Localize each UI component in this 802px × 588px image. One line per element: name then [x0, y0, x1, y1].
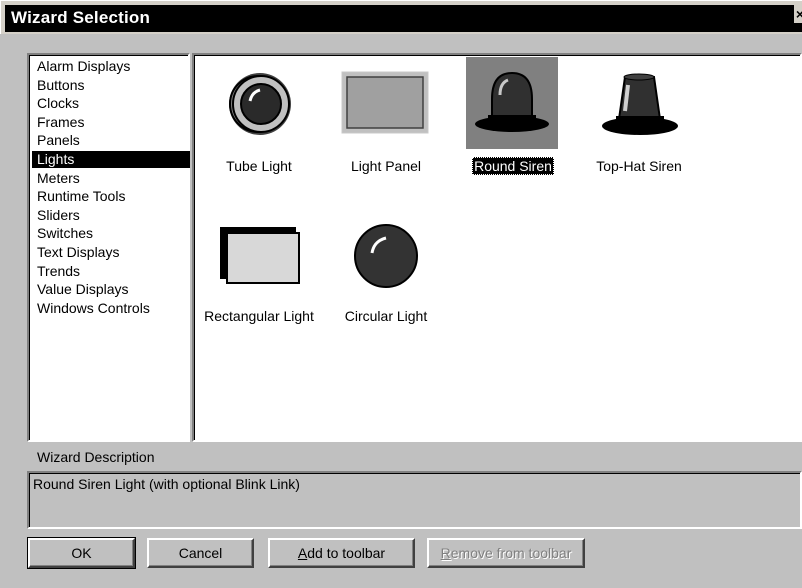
wizard-tile-round-siren[interactable]: Round Siren	[448, 55, 578, 195]
category-item-sliders[interactable]: Sliders	[34, 207, 83, 224]
close-icon[interactable]: ×	[794, 5, 802, 23]
wizard-description-box: Round Siren Light (with optional Blink L…	[27, 471, 802, 529]
category-item-meters[interactable]: Meters	[34, 170, 83, 187]
wizard-label: Rectangular Light	[204, 308, 314, 324]
wizard-description-text: Round Siren Light (with optional Blink L…	[33, 476, 300, 492]
wizard-tile-light-panel[interactable]: Light Panel	[321, 63, 451, 203]
add-to-toolbar-button[interactable]: Add to toolbar	[268, 538, 415, 568]
category-item-clocks[interactable]: Clocks	[34, 95, 82, 112]
rectangular-light-icon	[194, 213, 324, 313]
cancel-button[interactable]: Cancel	[147, 538, 254, 568]
ok-button[interactable]: OK	[27, 537, 136, 569]
light-panel-icon	[321, 63, 451, 163]
category-item-text-displays[interactable]: Text Displays	[34, 244, 122, 261]
wizard-label: Circular Light	[344, 308, 428, 324]
remove-from-toolbar-button[interactable]: Remove from toolbar	[427, 538, 585, 568]
wizard-tile-rectangular-light[interactable]: Rectangular Light	[194, 213, 324, 353]
wizard-description-label: Wizard Description	[37, 449, 155, 465]
tube-light-icon	[194, 63, 324, 163]
circular-light-icon	[321, 213, 451, 313]
category-item-trends[interactable]: Trends	[34, 263, 83, 280]
remove-from-toolbar-label: emove from toolbar	[450, 545, 572, 561]
top-hat-siren-icon	[574, 63, 704, 163]
wizard-label: Top-Hat Siren	[596, 158, 682, 174]
round-siren-icon	[448, 55, 578, 155]
wizard-label: Light Panel	[350, 158, 422, 174]
wizard-label: Round Siren	[472, 157, 554, 175]
wizard-tile-tube-light[interactable]: Tube Light	[194, 63, 324, 203]
wizard-tile-circular-light[interactable]: Circular Light	[321, 213, 451, 353]
category-item-frames[interactable]: Frames	[34, 114, 87, 131]
remove-mnemonic: R	[440, 545, 451, 561]
cancel-button-label: Cancel	[178, 545, 223, 561]
add-mnemonic: A	[297, 545, 308, 561]
category-item-lights[interactable]: Lights	[32, 151, 190, 168]
wizard-gallery[interactable]: Tube Light Light Panel Round Siren Top-H…	[192, 53, 802, 442]
wizard-label: Tube Light	[226, 158, 292, 174]
add-to-toolbar-label: dd to toolbar	[307, 545, 386, 561]
category-item-buttons[interactable]: Buttons	[34, 77, 87, 94]
category-item-panels[interactable]: Panels	[34, 132, 83, 149]
wizard-tile-top-hat-siren[interactable]: Top-Hat Siren	[574, 63, 704, 203]
window-title: Wizard Selection	[11, 8, 151, 27]
category-item-windows-controls[interactable]: Windows Controls	[34, 300, 153, 317]
category-item-runtime-tools[interactable]: Runtime Tools	[34, 188, 128, 205]
category-list[interactable]: Alarm Displays Buttons Clocks Frames Panels L…	[27, 53, 190, 442]
title-bar[interactable]: Wizard Selection ×	[0, 0, 802, 34]
ok-button-label: OK	[71, 545, 92, 561]
category-item-alarm-displays[interactable]: Alarm Displays	[34, 58, 133, 75]
category-item-switches[interactable]: Switches	[34, 225, 96, 242]
category-item-value-displays[interactable]: Value Displays	[34, 281, 132, 298]
